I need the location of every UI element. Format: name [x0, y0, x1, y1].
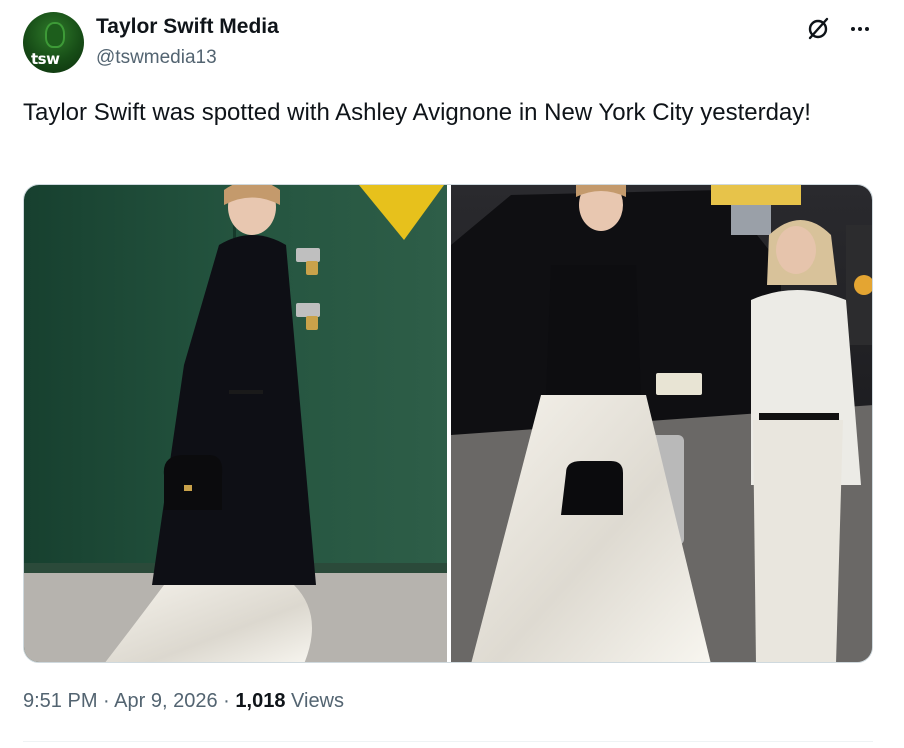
photo-left[interactable]: [24, 185, 447, 662]
tweet: tsw Taylor Swift Media @tswmedia13 Taylo…: [0, 0, 904, 748]
author-handle[interactable]: @tswmedia13: [96, 47, 217, 69]
meta-separator: ·: [103, 690, 110, 712]
meta-separator-2: ·: [223, 690, 230, 712]
more-icon[interactable]: [845, 14, 875, 44]
media-grid[interactable]: [23, 184, 873, 663]
photo-right[interactable]: [451, 185, 872, 662]
avatar[interactable]: tsw: [23, 12, 84, 73]
tweet-text: Taylor Swift was spotted with Ashley Avi…: [23, 99, 811, 126]
grok-icon[interactable]: [803, 14, 833, 44]
views-count: 1,018: [235, 690, 286, 712]
tweet-meta: 9:51 PM · Apr 9, 2026 · 1,018 Views: [23, 690, 344, 713]
views-label: Views: [291, 690, 345, 712]
author-name[interactable]: Taylor Swift Media: [96, 15, 279, 39]
tweet-time[interactable]: 9:51 PM: [23, 690, 97, 712]
avatar-tag: tsw: [31, 50, 60, 68]
avatar-face: [45, 22, 65, 48]
tweet-date[interactable]: Apr 9, 2026: [114, 690, 217, 712]
divider: [23, 741, 873, 742]
